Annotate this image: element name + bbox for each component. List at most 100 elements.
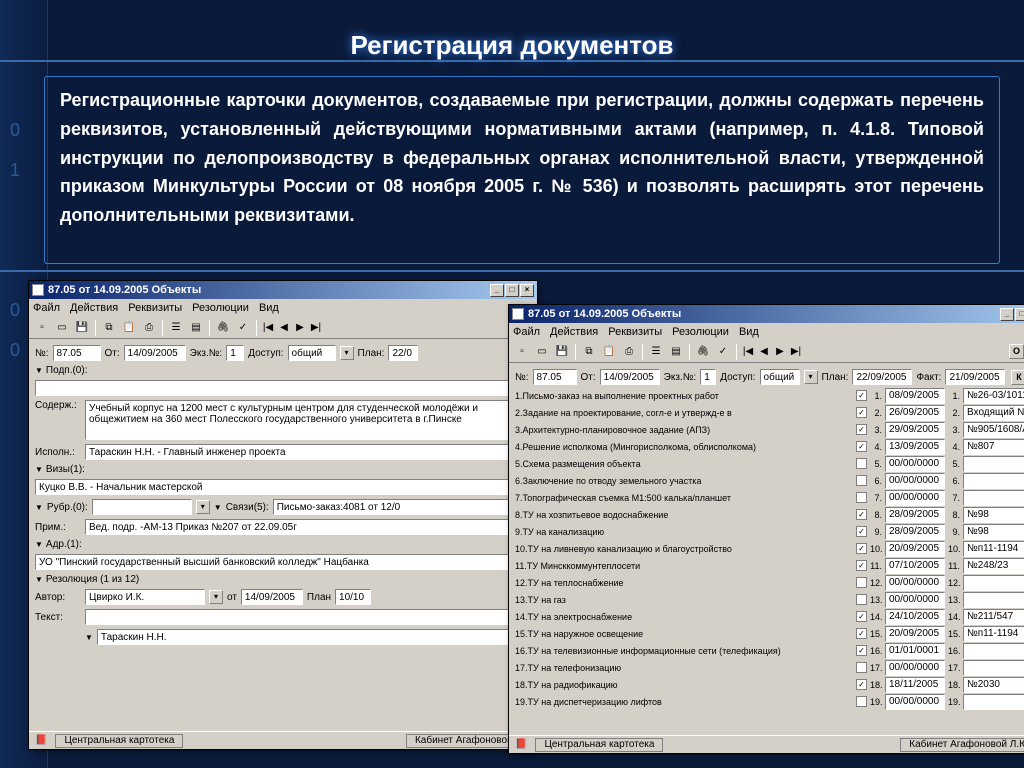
checkbox[interactable] <box>856 696 867 707</box>
row-ref-input[interactable] <box>963 524 1024 540</box>
attach-icon[interactable]: 🖇 <box>214 319 232 337</box>
row-ref-input[interactable] <box>963 558 1024 574</box>
rez-isp-input[interactable] <box>97 629 531 645</box>
row-date-input[interactable] <box>885 643 945 659</box>
row-ref-input[interactable] <box>963 592 1024 608</box>
checkbox[interactable]: ✓ <box>856 628 867 639</box>
checkbox[interactable] <box>856 475 867 486</box>
row-date-input[interactable] <box>885 456 945 472</box>
soderzh-textarea[interactable]: Учебный корпус на 1200 мест с культурным… <box>85 400 531 440</box>
row-ref-input[interactable] <box>963 626 1024 642</box>
fakt-input[interactable] <box>945 369 1005 385</box>
last-icon[interactable]: ▶| <box>309 322 323 333</box>
row-date-input[interactable] <box>885 541 945 557</box>
list-icon[interactable]: ☰ <box>167 319 185 337</box>
dostup-input[interactable] <box>288 345 336 361</box>
row-ref-input[interactable] <box>963 456 1024 472</box>
row-ref-input[interactable] <box>963 439 1024 455</box>
row-ref-input[interactable] <box>963 490 1024 506</box>
podl-input[interactable] <box>35 380 531 396</box>
dropdown-icon[interactable]: ▾ <box>196 500 210 514</box>
row-ref-input[interactable] <box>963 507 1024 523</box>
row-date-input[interactable] <box>885 388 945 404</box>
menu-requisites[interactable]: Реквизиты <box>608 326 662 338</box>
next-icon[interactable]: ▶ <box>293 322 307 333</box>
open-icon[interactable]: ▭ <box>533 343 551 361</box>
menu-actions[interactable]: Действия <box>550 326 598 338</box>
menu-file[interactable]: Файл <box>33 302 60 314</box>
menu-actions[interactable]: Действия <box>70 302 118 314</box>
vizy-input[interactable] <box>35 479 531 495</box>
paste-icon[interactable]: 📋 <box>120 319 138 337</box>
row-ref-input[interactable] <box>963 694 1024 710</box>
checkbox[interactable] <box>856 492 867 503</box>
check-icon[interactable]: ✓ <box>714 343 732 361</box>
save-icon[interactable]: 💾 <box>73 319 91 337</box>
checkbox[interactable] <box>856 594 867 605</box>
checkbox[interactable] <box>856 577 867 588</box>
checkbox[interactable]: ✓ <box>856 679 867 690</box>
dropdown-icon[interactable]: ▾ <box>340 346 354 360</box>
card-icon[interactable]: ▤ <box>187 319 205 337</box>
row-ref-input[interactable] <box>963 660 1024 676</box>
minimize-button[interactable]: _ <box>1000 308 1014 321</box>
prev-icon[interactable]: ◀ <box>277 322 291 333</box>
checkbox[interactable] <box>856 458 867 469</box>
titlebar[interactable]: 87.05 от 14.09.2005 Объекты _ □ × <box>509 305 1024 323</box>
menu-view[interactable]: Вид <box>739 326 759 338</box>
ekz-input[interactable] <box>700 369 716 385</box>
ot-input[interactable] <box>600 369 660 385</box>
copy-icon[interactable]: ⧉ <box>100 319 118 337</box>
attach-icon[interactable]: 🖇 <box>694 343 712 361</box>
collapse-icon[interactable]: ▼ <box>35 540 43 549</box>
row-date-input[interactable] <box>885 558 945 574</box>
row-date-input[interactable] <box>885 677 945 693</box>
o-button[interactable]: О <box>1009 344 1024 359</box>
checkbox[interactable]: ✓ <box>856 424 867 435</box>
row-ref-input[interactable] <box>963 422 1024 438</box>
dropdown-icon[interactable]: ▾ <box>209 590 223 604</box>
k-button[interactable]: К <box>1011 370 1024 385</box>
row-date-input[interactable] <box>885 439 945 455</box>
row-date-input[interactable] <box>885 422 945 438</box>
check-icon[interactable]: ✓ <box>234 319 252 337</box>
plan-input[interactable] <box>852 369 912 385</box>
checkbox[interactable]: ✓ <box>856 611 867 622</box>
maximize-button[interactable]: □ <box>505 284 519 297</box>
collapse-icon[interactable]: ▼ <box>85 633 93 642</box>
row-ref-input[interactable] <box>963 405 1024 421</box>
prev-icon[interactable]: ◀ <box>757 346 771 357</box>
row-date-input[interactable] <box>885 694 945 710</box>
last-icon[interactable]: ▶| <box>789 346 803 357</box>
menu-requisites[interactable]: Реквизиты <box>128 302 182 314</box>
first-icon[interactable]: |◀ <box>261 322 275 333</box>
minimize-button[interactable]: _ <box>490 284 504 297</box>
row-date-input[interactable] <box>885 524 945 540</box>
next-icon[interactable]: ▶ <box>773 346 787 357</box>
no-input[interactable] <box>53 345 101 361</box>
row-date-input[interactable] <box>885 507 945 523</box>
prim-input[interactable] <box>85 519 531 535</box>
row-date-input[interactable] <box>885 473 945 489</box>
avtor-input[interactable] <box>85 589 205 605</box>
checkbox[interactable] <box>856 662 867 673</box>
row-date-input[interactable] <box>885 490 945 506</box>
ispoln-input[interactable] <box>85 444 531 460</box>
checkbox[interactable]: ✓ <box>856 441 867 452</box>
rez-plan-input[interactable] <box>335 589 371 605</box>
menu-file[interactable]: Файл <box>513 326 540 338</box>
row-ref-input[interactable] <box>963 643 1024 659</box>
row-date-input[interactable] <box>885 626 945 642</box>
collapse-icon[interactable]: ▼ <box>35 503 43 512</box>
no-input[interactable] <box>533 369 577 385</box>
checkbox[interactable]: ✓ <box>856 560 867 571</box>
plan-input[interactable] <box>388 345 418 361</box>
checkbox[interactable]: ✓ <box>856 509 867 520</box>
copy-icon[interactable]: ⧉ <box>580 343 598 361</box>
collapse-icon[interactable]: ▼ <box>214 503 222 512</box>
checkbox[interactable]: ✓ <box>856 543 867 554</box>
row-ref-input[interactable] <box>963 541 1024 557</box>
checkbox[interactable]: ✓ <box>856 407 867 418</box>
row-ref-input[interactable] <box>963 575 1024 591</box>
dostup-input[interactable] <box>760 369 800 385</box>
